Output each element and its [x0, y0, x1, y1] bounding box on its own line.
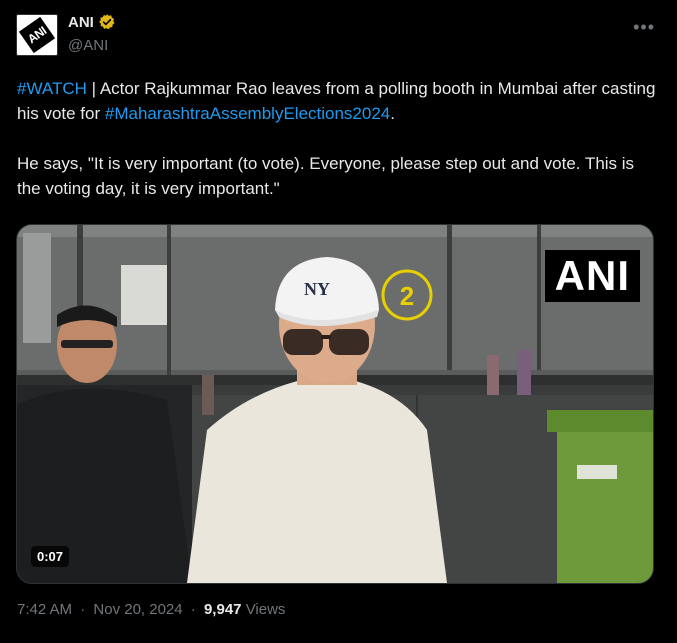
author-name-row: ANI	[68, 13, 116, 31]
tweet-time[interactable]: 7:42 AM	[17, 601, 72, 618]
tweet-paragraph-1: #WATCH | Actor Rajkummar Rao leaves from…	[17, 76, 657, 126]
svg-text:2: 2	[400, 281, 414, 311]
hashtag-election-link[interactable]: #MaharashtraAssemblyElections2024	[105, 104, 390, 123]
meta-separator: ·	[80, 601, 86, 618]
author-handle[interactable]: @ANI	[68, 37, 108, 54]
verified-badge-icon[interactable]	[98, 13, 116, 31]
views-label: Views	[245, 601, 286, 618]
views-count: 9,947	[203, 601, 242, 618]
video-duration-badge: 0:07	[31, 546, 70, 567]
ani-logo: ANI	[18, 16, 56, 54]
tweet-quote: He says, "It is very important (to vote)…	[17, 154, 635, 198]
tweet-date[interactable]: Nov 20, 2024	[93, 601, 182, 618]
avatar-text: ANI	[25, 23, 49, 47]
meta-separator: ·	[190, 601, 196, 618]
tweet-metadata: 7:42 AM · Nov 20, 2024 · 9,947 Views	[17, 601, 285, 618]
cap-logo-text: NY	[304, 279, 330, 299]
tweet-card: ANI ANI @ANI ••• #WATCH | Actor Rajkumma…	[0, 0, 677, 643]
tweet-text-part2: .	[390, 104, 395, 123]
avatar[interactable]: ANI	[16, 14, 58, 56]
author-display-name[interactable]: ANI	[68, 14, 94, 31]
more-options-icon[interactable]: •••	[633, 18, 655, 36]
hashtag-watch-link[interactable]: #WATCH	[17, 79, 87, 98]
video-player[interactable]: 2 NY ANI 0:07	[16, 224, 654, 584]
tweet-text: #WATCH | Actor Rajkummar Rao leaves from…	[17, 76, 657, 201]
video-watermark: ANI	[544, 250, 640, 302]
